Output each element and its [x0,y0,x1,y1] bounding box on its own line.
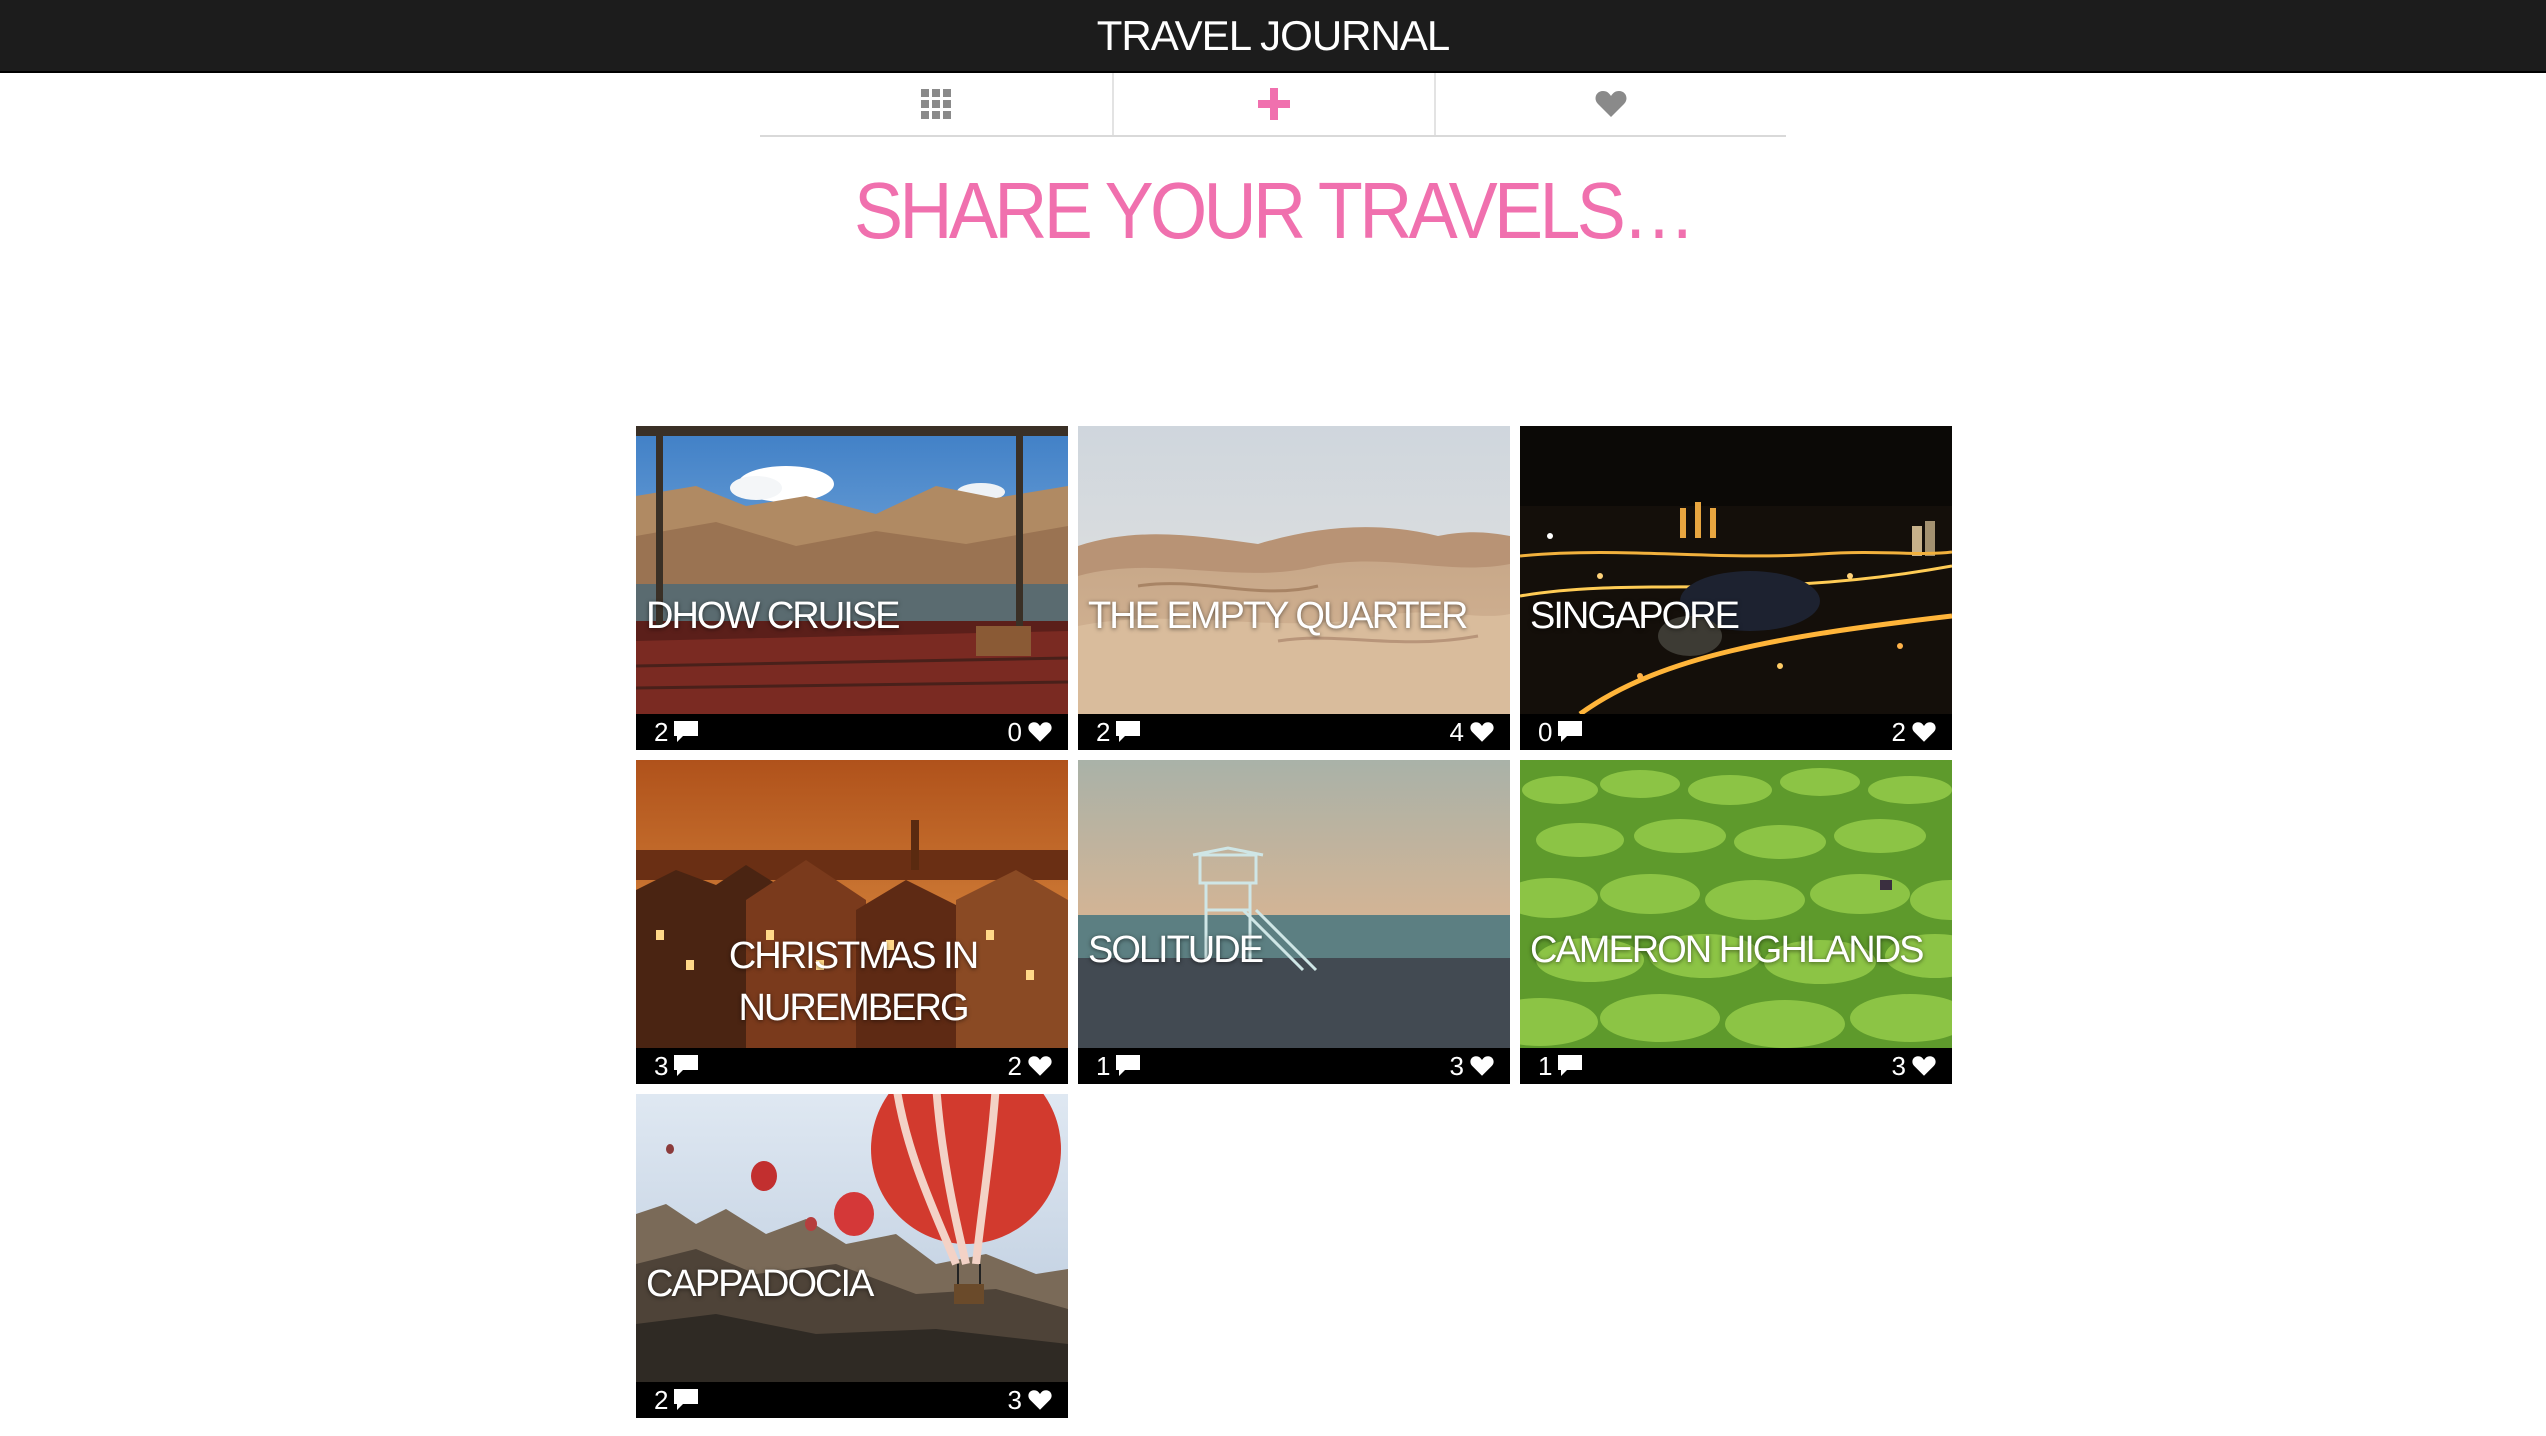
card-stats: 1 3 [1520,1048,1952,1084]
heart-icon [1912,1056,1936,1076]
like-count[interactable]: 0 [1008,717,1052,748]
heart-icon [1028,1390,1052,1410]
like-count[interactable]: 3 [1008,1385,1052,1416]
comment-count-value: 1 [1096,1050,1111,1081]
journal-card[interactable]: CHRISTMAS IN NUREMBERG 3 2 [636,760,1068,1084]
card-stats: 2 3 [636,1382,1068,1418]
journal-card[interactable]: SOLITUDE 1 3 [1078,760,1510,1084]
card-title: CHRISTMAS IN NUREMBERG [728,935,979,1029]
heart-icon [1028,722,1052,742]
heart-icon [1028,1056,1052,1076]
card-photo [636,426,1068,714]
journal-card[interactable]: CAMERON HIGHLANDS 1 3 [1520,760,1952,1084]
card-title: SINGAPORE [1530,595,1740,637]
card-title: THE EMPTY QUARTER [1088,595,1468,637]
comment-count-value: 2 [654,716,669,747]
card-title: SOLITUDE [1088,929,1264,971]
like-count-value: 4 [1449,716,1464,747]
like-count[interactable]: 4 [1450,717,1494,748]
journal-grid: DHOW CRUISE 2 0 THE EMPTY QUARTER 2 4 SI… [636,426,1954,1418]
like-count[interactable]: 2 [1008,1051,1052,1082]
app-title: TRAVEL JOURNAL [1096,11,1450,59]
comment-icon [1116,1055,1141,1076]
like-count-value: 2 [1891,716,1906,747]
grid-icon [921,89,951,119]
card-title: CAMERON HIGHLANDS [1530,929,1925,971]
plus-icon [1258,88,1290,120]
like-count-value: 3 [1007,1384,1022,1415]
like-count[interactable]: 2 [1892,717,1936,748]
comment-count-value: 2 [1096,716,1111,747]
comment-icon [1116,721,1141,742]
comment-count[interactable]: 2 [1096,716,1141,748]
comment-count[interactable]: 1 [1096,1050,1141,1082]
comment-count-value: 1 [1538,1050,1553,1081]
card-stats: 3 2 [636,1048,1068,1084]
comment-count[interactable]: 0 [1538,716,1583,748]
card-stats: 1 3 [1078,1048,1510,1084]
like-count-value: 3 [1449,1050,1464,1081]
like-count[interactable]: 3 [1892,1051,1936,1082]
journal-card[interactable]: DHOW CRUISE 2 0 [636,426,1068,750]
journal-card[interactable]: CAPPADOCIA 2 3 [636,1094,1068,1418]
tab-grid[interactable] [760,73,1112,135]
card-photo [1078,426,1510,714]
card-photo [1078,760,1510,1048]
card-photo [1520,426,1952,714]
like-count-value: 0 [1007,716,1022,747]
heart-icon [1912,722,1936,742]
card-stats: 2 4 [1078,714,1510,750]
tab-nav [760,73,1786,137]
card-stats: 0 2 [1520,714,1952,750]
card-title: CAPPADOCIA [646,1263,874,1305]
journal-card[interactable]: SINGAPORE 0 2 [1520,426,1952,750]
comment-count-value: 3 [654,1050,669,1081]
tab-add[interactable] [1112,73,1434,135]
card-title: DHOW CRUISE [646,595,900,637]
comment-icon [674,1389,699,1410]
comment-count-value: 2 [654,1384,669,1415]
card-stats: 2 0 [636,714,1068,750]
page-heading: SHARE YOUR TRAVELS… [853,166,1696,255]
like-count-value: 3 [1891,1050,1906,1081]
tab-favorites[interactable] [1434,73,1786,135]
like-count-value: 2 [1007,1050,1022,1081]
app-header: TRAVEL JOURNAL [0,0,2546,73]
heart-icon [1470,1056,1494,1076]
card-photo [1520,760,1952,1048]
heart-icon [1595,91,1627,117]
comment-icon [674,1055,699,1076]
comment-count-value: 0 [1538,716,1553,747]
comment-icon [1558,1055,1583,1076]
journal-card[interactable]: THE EMPTY QUARTER 2 4 [1078,426,1510,750]
like-count[interactable]: 3 [1450,1051,1494,1082]
comment-count[interactable]: 1 [1538,1050,1583,1082]
comment-count[interactable]: 2 [654,1384,699,1416]
heart-icon [1470,722,1494,742]
comment-count[interactable]: 2 [654,716,699,748]
comment-count[interactable]: 3 [654,1050,699,1082]
comment-icon [674,721,699,742]
comment-icon [1558,721,1583,742]
card-photo [636,1094,1068,1382]
